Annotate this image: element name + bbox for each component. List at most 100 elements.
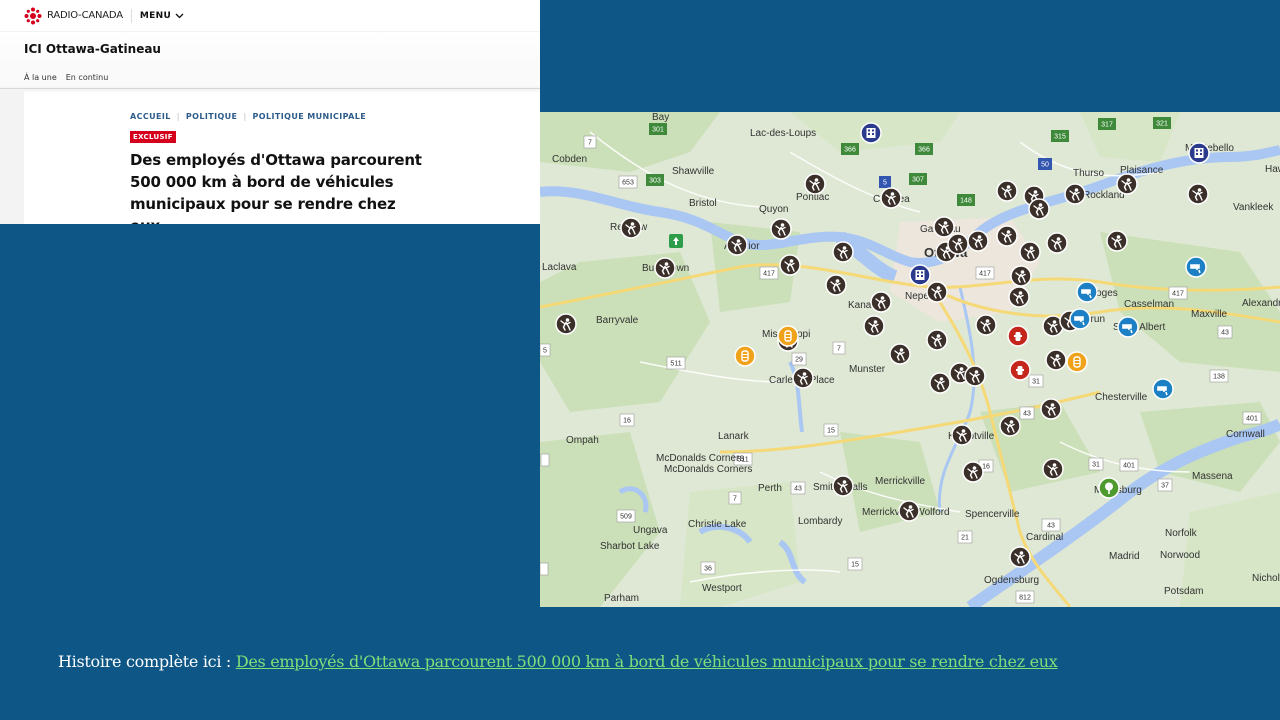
fire-icon[interactable] [1007, 325, 1029, 347]
station-bar: ICI Ottawa-Gatineau [0, 31, 540, 66]
coin-icon[interactable] [777, 325, 799, 347]
svg-text:Chesterville: Chesterville [1095, 392, 1148, 403]
worker-icon[interactable] [967, 230, 989, 252]
building-icon[interactable] [860, 122, 882, 144]
worker-icon[interactable] [947, 233, 969, 255]
worker-icon[interactable] [1028, 198, 1050, 220]
svg-text:Lac-des-Loups: Lac-des-Loups [750, 128, 816, 139]
coin-icon[interactable] [734, 345, 756, 367]
worker-icon[interactable] [1040, 398, 1062, 420]
exclusive-badge: EXCLUSIF [130, 131, 176, 143]
svg-text:29: 29 [795, 357, 803, 364]
svg-text:Potsdam: Potsdam [1164, 586, 1203, 597]
article-headline: Des employés d'Ottawa parcourent 500 000… [130, 151, 422, 224]
article-header: ACCUEIL | POLITIQUE | POLITIQUE MUNICIPA… [130, 112, 530, 224]
worker-icon[interactable] [1046, 232, 1068, 254]
svg-text:Maxville: Maxville [1191, 309, 1228, 320]
menu-button[interactable]: MENU [140, 11, 184, 21]
worker-icon[interactable] [1064, 183, 1086, 205]
worker-icon[interactable] [726, 234, 748, 256]
building-icon[interactable] [1188, 142, 1210, 164]
flag-icon[interactable] [669, 234, 683, 248]
breadcrumb-politique-municipale[interactable]: POLITIQUE MUNICIPALE [253, 112, 367, 121]
svg-text:43: 43 [1023, 411, 1031, 418]
worker-icon[interactable] [654, 257, 676, 279]
subnav-item-en-continu[interactable]: En continu [66, 73, 109, 82]
radio-canada-logo[interactable]: RADIO-CANADA [24, 7, 123, 25]
breadcrumb-accueil[interactable]: ACCUEIL [130, 112, 171, 121]
svg-text:Cornwall: Cornwall [1226, 429, 1265, 440]
water-icon[interactable] [1076, 281, 1098, 303]
worker-icon[interactable] [929, 372, 951, 394]
svg-text:653: 653 [622, 180, 634, 187]
svg-text:Massena: Massena [1192, 471, 1233, 482]
water-icon[interactable] [1152, 378, 1174, 400]
fire-icon[interactable] [1009, 359, 1031, 381]
worker-icon[interactable] [964, 365, 986, 387]
worker-icon[interactable] [926, 329, 948, 351]
worker-icon[interactable] [880, 187, 902, 209]
tree-icon[interactable] [1098, 477, 1120, 499]
svg-text:43: 43 [794, 486, 802, 493]
worker-icon[interactable] [779, 254, 801, 276]
worker-icon[interactable] [999, 415, 1021, 437]
svg-text:7: 7 [837, 346, 841, 353]
svg-text:301: 301 [652, 127, 664, 134]
svg-text:Casselman: Casselman [1124, 299, 1174, 310]
svg-text:Alexandria: Alexandria [1242, 298, 1280, 309]
svg-text:43: 43 [1221, 330, 1229, 337]
worker-icon[interactable] [1187, 183, 1209, 205]
water-icon[interactable] [1069, 308, 1091, 330]
worker-icon[interactable] [870, 291, 892, 313]
worker-icon[interactable] [863, 315, 885, 337]
story-caption: Histoire complète ici : Des employés d'O… [58, 652, 1058, 671]
svg-text:7: 7 [733, 496, 737, 503]
menu-label: MENU [139, 10, 172, 21]
svg-text:50: 50 [1041, 162, 1049, 169]
svg-text:5: 5 [543, 348, 547, 355]
worker-icon[interactable] [1042, 458, 1064, 480]
worker-icon[interactable] [792, 367, 814, 389]
worker-icon[interactable] [951, 424, 973, 446]
water-icon[interactable] [1117, 316, 1139, 338]
worker-icon[interactable] [1106, 230, 1128, 252]
svg-text:McDonalds Corners: McDonalds Corners [664, 464, 752, 475]
worker-icon[interactable] [825, 274, 847, 296]
coin-icon[interactable] [1066, 351, 1088, 373]
svg-text:401: 401 [1246, 416, 1258, 423]
worker-icon[interactable] [770, 218, 792, 240]
worker-icon[interactable] [898, 500, 920, 522]
worker-icon[interactable] [620, 217, 642, 239]
worker-icon[interactable] [933, 216, 955, 238]
worker-icon[interactable] [996, 180, 1018, 202]
worker-icon[interactable] [1045, 349, 1067, 371]
worker-icon[interactable] [975, 314, 997, 336]
svg-text:812: 812 [1019, 595, 1031, 602]
worker-icon[interactable] [889, 343, 911, 365]
worker-icon[interactable] [1116, 173, 1138, 195]
full-story-link[interactable]: Des employés d'Ottawa parcourent 500 000… [236, 652, 1058, 671]
map-panel[interactable]: 7 301 366 366 315 317 321 50 5 307 653 3… [540, 112, 1280, 607]
svg-text:Christie Lake: Christie Lake [688, 519, 747, 530]
worker-icon[interactable] [1010, 265, 1032, 287]
worker-icon[interactable] [996, 225, 1018, 247]
building-icon[interactable] [909, 264, 931, 286]
worker-icon[interactable] [555, 313, 577, 335]
water-icon[interactable] [1185, 256, 1207, 278]
svg-text:Ompah: Ompah [566, 435, 599, 446]
worker-icon[interactable] [804, 173, 826, 195]
map-canvas[interactable]: 7 301 366 366 315 317 321 50 5 307 653 3… [540, 112, 1280, 607]
worker-icon[interactable] [1008, 286, 1030, 308]
header-shadow-divider [0, 88, 540, 89]
worker-icon[interactable] [1009, 546, 1031, 568]
worker-icon[interactable] [832, 241, 854, 263]
subnav-item-a-la-une[interactable]: À la une [24, 73, 57, 82]
worker-icon[interactable] [832, 475, 854, 497]
worker-icon[interactable] [962, 461, 984, 483]
worker-icon[interactable] [1019, 241, 1041, 263]
svg-text:315: 315 [1054, 134, 1066, 141]
worker-icon[interactable] [926, 281, 948, 303]
breadcrumb-politique[interactable]: POLITIQUE [186, 112, 238, 121]
svg-text:303: 303 [649, 178, 661, 185]
station-title[interactable]: ICI Ottawa-Gatineau [24, 42, 161, 56]
